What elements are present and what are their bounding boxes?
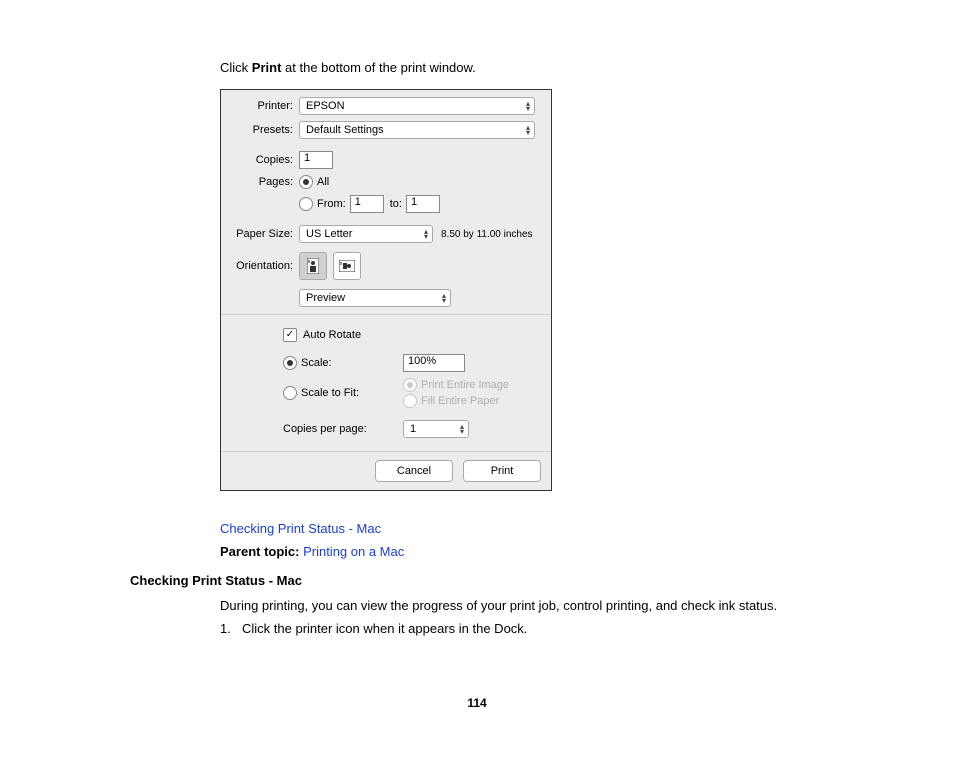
landscape-icon [339,260,355,272]
orientation-portrait-button[interactable] [299,252,327,280]
step-text: Click the printer icon when it appears i… [242,621,527,636]
step-number: 1. [220,621,242,636]
copies-per-page-value: 1 [410,423,416,435]
section-body: During printing, you can view the progre… [220,598,834,613]
fill-paper-radio [403,394,417,408]
portrait-icon [307,258,319,274]
presets-value: Default Settings [306,124,384,136]
label-presets: Presets: [221,124,299,136]
scale-to-fit-radio[interactable] [283,386,297,400]
updown-icon: ▴▾ [442,293,446,303]
intro-pre: Click [220,60,252,75]
mode-select[interactable]: Preview ▴▾ [299,289,451,307]
pages-all-label: All [317,176,329,188]
copies-per-page-label: Copies per page: [283,423,367,435]
label-to: to: [390,198,402,210]
cancel-button[interactable]: Cancel [375,460,453,482]
step-1: 1. Click the printer icon when it appear… [220,621,834,636]
scale-label: Scale: [301,357,332,369]
updown-icon: ▴▾ [424,229,428,239]
updown-icon: ▴▾ [526,125,530,135]
link-parent-topic[interactable]: Printing on a Mac [303,544,404,559]
updown-icon: ▴▾ [526,101,530,111]
presets-select[interactable]: Default Settings ▴▾ [299,121,535,139]
autorotate-checkbox[interactable]: ✓ [283,328,297,342]
mode-value: Preview [306,292,345,304]
printer-select[interactable]: EPSON ▴▾ [299,97,535,115]
pages-all-radio[interactable] [299,175,313,189]
label-orientation: Orientation: [221,260,299,272]
label-printer: Printer: [221,100,299,112]
intro-line: Click Print at the bottom of the print w… [220,60,834,75]
scale-to-fit-label: Scale to Fit: [301,387,359,399]
page-number: 114 [120,696,834,710]
print-button[interactable]: Print [463,460,541,482]
papersize-select[interactable]: US Letter ▴▾ [299,225,433,243]
autorotate-label: Auto Rotate [303,329,361,341]
preview-section: ✓ Auto Rotate Scale: 100% Scale to Fit: … [221,319,551,447]
updown-icon: ▴▾ [460,424,464,434]
fill-paper-label: Fill Entire Paper [421,395,499,407]
from-input[interactable]: 1 [350,195,384,213]
paper-dim: 8.50 by 11.00 inches [441,229,533,240]
label-copies: Copies: [221,154,299,166]
section-heading: Checking Print Status - Mac [130,573,834,588]
papersize-value: US Letter [306,228,352,240]
label-pages: Pages: [221,176,299,188]
pages-range-radio[interactable] [299,197,313,211]
intro-bold: Print [252,60,282,75]
copies-input[interactable]: 1 [299,151,333,169]
label-papersize: Paper Size: [221,228,299,240]
print-entire-label: Print Entire Image [421,379,509,391]
printer-value: EPSON [306,100,345,112]
label-from: From: [317,198,346,210]
parent-topic-label: Parent topic: [220,544,303,559]
orientation-landscape-button[interactable] [333,252,361,280]
link-check-status[interactable]: Checking Print Status - Mac [220,521,834,536]
print-dialog: Printer: EPSON ▴▾ Presets: Default Setti… [220,89,552,491]
print-entire-radio [403,378,417,392]
to-input[interactable]: 1 [406,195,440,213]
copies-per-page-select[interactable]: 1 ▴▾ [403,420,469,438]
scale-radio[interactable] [283,356,297,370]
scale-input[interactable]: 100% [403,354,465,372]
dialog-footer: Cancel Print [221,451,551,490]
divider [221,314,551,315]
intro-post: at the bottom of the print window. [281,60,475,75]
